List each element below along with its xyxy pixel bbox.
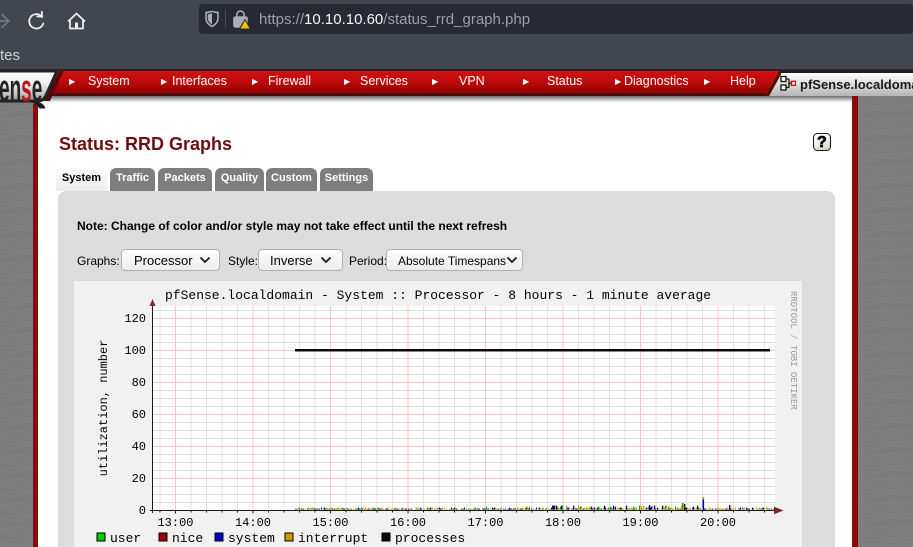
svg-text:17:00: 17:00 xyxy=(467,516,503,530)
svg-text:16:00: 16:00 xyxy=(390,516,426,530)
svg-text:120: 120 xyxy=(124,312,146,326)
svg-text:user: user xyxy=(110,531,141,546)
svg-text:14:00: 14:00 xyxy=(235,516,271,530)
svg-text:18:00: 18:00 xyxy=(545,516,581,530)
svg-text:100: 100 xyxy=(124,344,146,358)
svg-text:60: 60 xyxy=(132,408,146,422)
svg-text:80: 80 xyxy=(132,376,146,390)
svg-text:19:00: 19:00 xyxy=(622,516,658,530)
svg-text:0: 0 xyxy=(139,504,146,518)
svg-text:interrupt: interrupt xyxy=(298,531,368,546)
svg-text:utilization, number: utilization, number xyxy=(97,340,111,477)
svg-text:processes: processes xyxy=(395,531,465,546)
svg-text:13:00: 13:00 xyxy=(157,516,193,530)
svg-text:15:00: 15:00 xyxy=(312,516,348,530)
svg-text:20:00: 20:00 xyxy=(700,516,736,530)
svg-text:pfSense.localdomain - System :: pfSense.localdomain - System :: Processo… xyxy=(165,288,711,303)
svg-text:20: 20 xyxy=(132,472,146,486)
svg-text:nice: nice xyxy=(172,531,203,546)
svg-text:RRDTOOL / TOBI OETIKER: RRDTOOL / TOBI OETIKER xyxy=(788,291,798,410)
svg-text:system: system xyxy=(228,531,275,546)
svg-text:40: 40 xyxy=(132,440,146,454)
svg-text:ense: ense xyxy=(0,71,42,110)
